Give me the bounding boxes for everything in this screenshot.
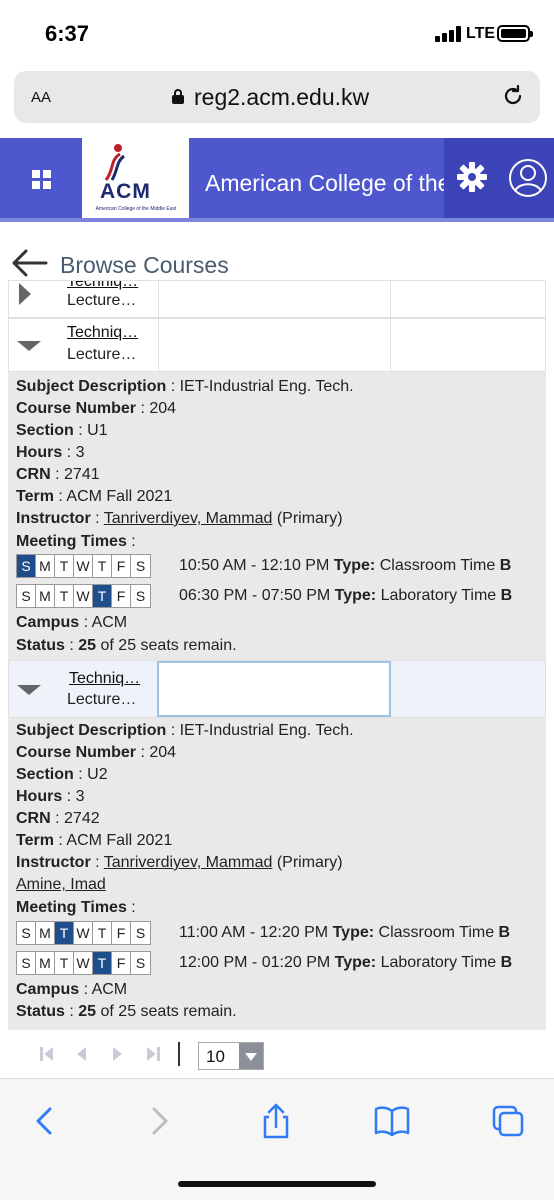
instructor-line: Instructor : Tanriverdiyev, Mammad (Prim… bbox=[16, 854, 343, 871]
meeting-days: SMTWTFS bbox=[16, 921, 151, 945]
expand-arrow-icon[interactable] bbox=[17, 283, 33, 305]
course-title-link[interactable]: Techniq… bbox=[67, 281, 138, 291]
meeting-times-label: Meeting Times : bbox=[16, 899, 136, 916]
collapse-arrow-icon[interactable] bbox=[17, 339, 41, 353]
first-page-icon[interactable] bbox=[40, 1046, 54, 1062]
status-time: 6:37 bbox=[45, 21, 90, 46]
home-indicator bbox=[178, 1181, 376, 1187]
user-avatar-icon[interactable] bbox=[508, 158, 548, 198]
meeting-times-label: Meeting Times : bbox=[16, 533, 136, 550]
browser-toolbar bbox=[0, 1078, 554, 1200]
pager-divider bbox=[178, 1042, 180, 1066]
app-header: ACM American College of the Middle East … bbox=[0, 138, 554, 222]
instructor-line: Instructor : Tanriverdiyev, Mammad (Prim… bbox=[16, 510, 343, 527]
logo-figure-icon bbox=[104, 144, 125, 181]
back-arrow-icon[interactable] bbox=[10, 248, 48, 278]
page-size-select[interactable]: 10 bbox=[198, 1042, 264, 1070]
meeting-time-line: 06:30 PM - 07:50 PM Type: Laboratory Tim… bbox=[179, 587, 513, 604]
apps-grid-icon[interactable] bbox=[32, 170, 52, 190]
campus-line: Campus : ACM bbox=[16, 981, 128, 998]
course-row[interactable]: Techniq… Lecture… bbox=[8, 660, 546, 718]
instructor-link[interactable]: Amine, Imad bbox=[16, 876, 106, 893]
browse-heading: Browse Courses bbox=[10, 244, 310, 280]
page-size-value: 10 bbox=[206, 1047, 225, 1066]
logo-subtitle: American College of the Middle East bbox=[95, 206, 177, 212]
text-size-button[interactable]: AA bbox=[31, 85, 51, 108]
status-bar: 6:37 LTE bbox=[0, 0, 554, 62]
lock-icon bbox=[172, 89, 184, 104]
course-details: Subject Description : IET-Industrial Eng… bbox=[8, 718, 546, 1030]
course-number-line: Course Number : 204 bbox=[16, 400, 177, 417]
prev-page-icon[interactable] bbox=[75, 1046, 87, 1062]
crn-line: CRN : 2741 bbox=[16, 466, 100, 483]
subject-line: Subject Description : IET-Industrial Eng… bbox=[16, 722, 354, 739]
course-details: Subject Description : IET-Industrial Eng… bbox=[8, 372, 546, 660]
status-line: Status : 25 of 25 seats remain. bbox=[16, 637, 237, 654]
course-schedule-type: Lecture… bbox=[67, 346, 137, 363]
meeting-days: SMTWTFS bbox=[16, 951, 151, 975]
pagination: 10 bbox=[8, 1030, 546, 1078]
meeting-time-line: 10:50 AM - 12:10 PM Type: Classroom Time… bbox=[179, 557, 512, 574]
back-icon[interactable] bbox=[24, 1101, 64, 1141]
address-bar[interactable]: AA reg2.acm.edu.kw bbox=[14, 71, 540, 123]
last-page-icon[interactable] bbox=[146, 1046, 160, 1062]
status-line: Status : 25 of 25 seats remain. bbox=[16, 1003, 237, 1020]
crn-line: CRN : 2742 bbox=[16, 810, 100, 827]
share-icon[interactable] bbox=[256, 1101, 296, 1141]
battery-icon bbox=[497, 25, 533, 42]
course-title-link[interactable]: Techniq… bbox=[69, 670, 140, 688]
collapse-arrow-icon[interactable] bbox=[17, 683, 41, 697]
term-line: Term : ACM Fall 2021 bbox=[16, 488, 173, 505]
meeting-time-line: 11:00 AM - 12:20 PM Type: Classroom Time… bbox=[179, 924, 511, 941]
course-schedule-type: Lecture… bbox=[67, 292, 137, 309]
course-schedule-type: Lecture… bbox=[67, 691, 137, 708]
hours-line: Hours : 3 bbox=[16, 788, 85, 805]
chevron-down-icon[interactable] bbox=[239, 1043, 263, 1069]
logo-text: ACM bbox=[100, 180, 151, 203]
section-line: Section : U2 bbox=[16, 766, 108, 783]
section-line: Section : U1 bbox=[16, 422, 108, 439]
subject-line: Subject Description : IET-Industrial Eng… bbox=[16, 378, 354, 395]
course-number-line: Course Number : 204 bbox=[16, 744, 177, 761]
signal-icon bbox=[435, 26, 461, 42]
hours-line: Hours : 3 bbox=[16, 444, 85, 461]
meeting-days: SMTWTFS bbox=[16, 584, 151, 608]
tabs-icon[interactable] bbox=[488, 1101, 528, 1141]
page-title: Browse Courses bbox=[60, 252, 229, 278]
instructor-line-2: Amine, Imad bbox=[16, 876, 106, 894]
course-row[interactable]: Techniq… Lecture… bbox=[8, 318, 546, 372]
bookmarks-icon[interactable] bbox=[372, 1101, 412, 1141]
url-text[interactable]: reg2.acm.edu.kw bbox=[194, 84, 369, 111]
course-row[interactable]: Techniq… Lecture… bbox=[8, 280, 546, 318]
next-page-icon[interactable] bbox=[112, 1046, 124, 1062]
college-logo[interactable]: ACM American College of the Middle East bbox=[82, 138, 189, 218]
network-label: LTE bbox=[466, 25, 496, 42]
instructor-link[interactable]: Tanriverdiyev, Mammad bbox=[104, 510, 273, 527]
course-title-link[interactable]: Techniq… bbox=[67, 324, 138, 342]
reload-icon[interactable] bbox=[501, 84, 525, 108]
campus-line: Campus : ACM bbox=[16, 614, 128, 631]
instructor-link[interactable]: Tanriverdiyev, Mammad bbox=[104, 854, 273, 871]
forward-icon[interactable] bbox=[140, 1101, 180, 1141]
meeting-days: SMTWTFS bbox=[16, 554, 151, 578]
term-line: Term : ACM Fall 2021 bbox=[16, 832, 173, 849]
meeting-time-line: 12:00 PM - 01:20 PM Type: Laboratory Tim… bbox=[179, 954, 513, 971]
gear-icon[interactable] bbox=[455, 160, 489, 194]
